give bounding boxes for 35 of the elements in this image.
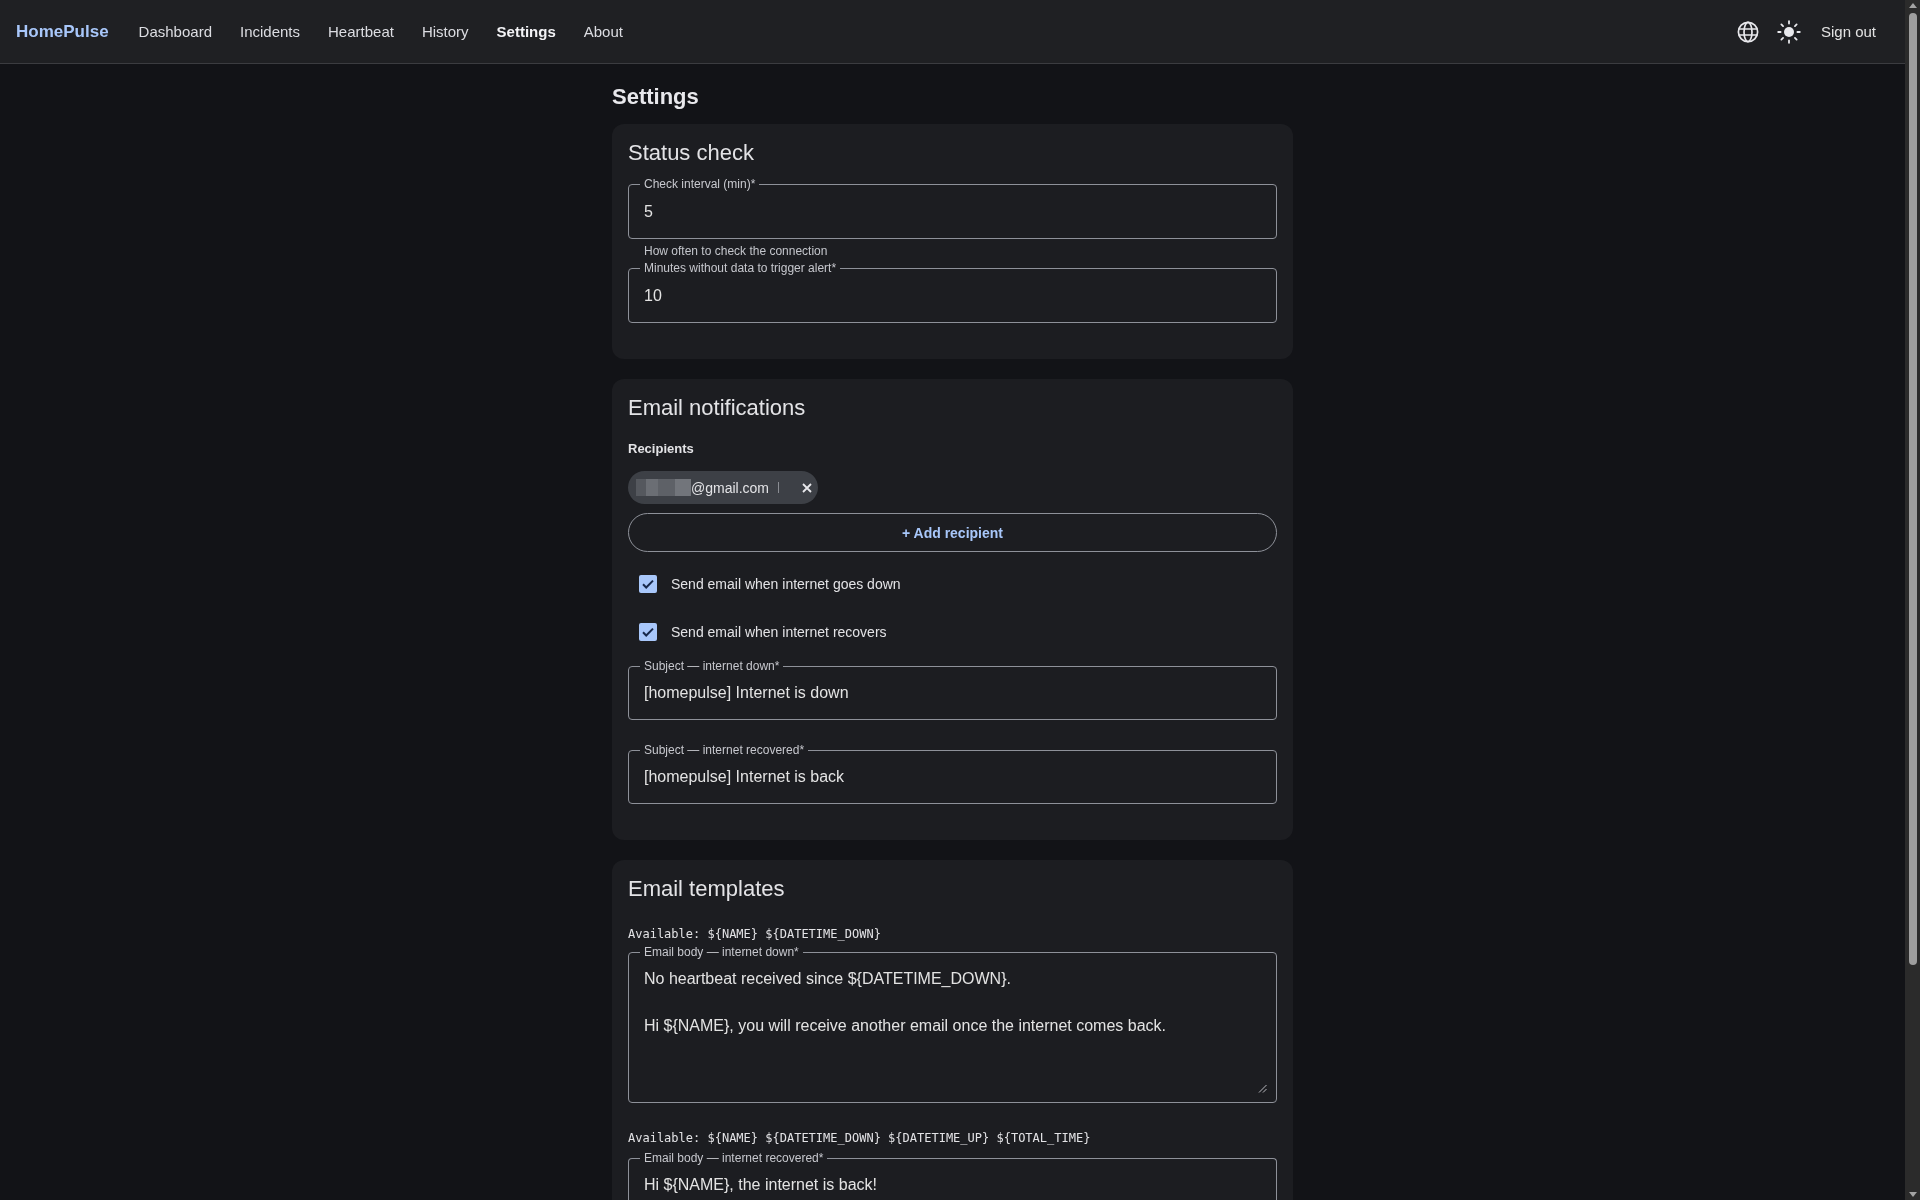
nav-link[interactable]: About xyxy=(583,23,623,40)
card-title: Status check xyxy=(628,139,755,167)
nav-link[interactable]: Dashboard xyxy=(138,23,212,40)
field-label: Email body — internet recovered* xyxy=(640,1151,828,1166)
field-label: Check interval (min)* xyxy=(640,177,760,192)
variables-hint: Available: ${NAME} ${DATETIME_DOWN} xyxy=(628,926,882,942)
sun-icon[interactable] xyxy=(1776,19,1801,44)
checkbox-label: Send email when internet goes down xyxy=(671,576,901,592)
close-icon[interactable] xyxy=(802,482,812,493)
nav-link[interactable]: Heartbeat xyxy=(328,23,394,40)
checkbox[interactable] xyxy=(639,575,657,593)
scrollbar-thumb[interactable] xyxy=(1908,13,1917,965)
variables-hint: Available: ${NAME} ${DATETIME_DOWN} ${DATETIME_UP} ${TOTAL_TIME} xyxy=(628,1130,1092,1146)
field-label: Subject — internet recovered* xyxy=(640,743,809,758)
scroll-up-icon[interactable] xyxy=(1908,3,1917,8)
page-title: Settings xyxy=(612,83,700,111)
checkbox[interactable] xyxy=(639,623,657,641)
card-title: Email templates xyxy=(628,875,786,903)
scrollbar-track[interactable] xyxy=(1905,0,1920,1200)
field-label: Email body — internet down* xyxy=(640,945,803,960)
sign-out-button[interactable]: Sign out xyxy=(1820,23,1876,40)
nav-link[interactable]: Incidents xyxy=(240,23,301,40)
recipient-email: @gmail.com xyxy=(691,479,769,496)
card-title: Email notifications xyxy=(628,394,807,422)
nav-link[interactable]: History xyxy=(421,23,469,40)
checkbox-label: Send email when internet recovers xyxy=(671,624,887,640)
nav-link[interactable]: Settings xyxy=(496,23,556,40)
field-label: Minutes without data to trigger alert* xyxy=(640,261,841,276)
globe-icon[interactable] xyxy=(1736,20,1759,43)
recipients-label: Recipients xyxy=(628,440,695,458)
scroll-down-icon[interactable] xyxy=(1908,1192,1917,1197)
field-label: Subject — internet down* xyxy=(640,659,784,674)
resize-handle-icon[interactable] xyxy=(1258,1084,1267,1093)
helper-text: How often to check the connection xyxy=(644,243,829,259)
brand-logo[interactable]: HomePulse xyxy=(16,21,109,42)
